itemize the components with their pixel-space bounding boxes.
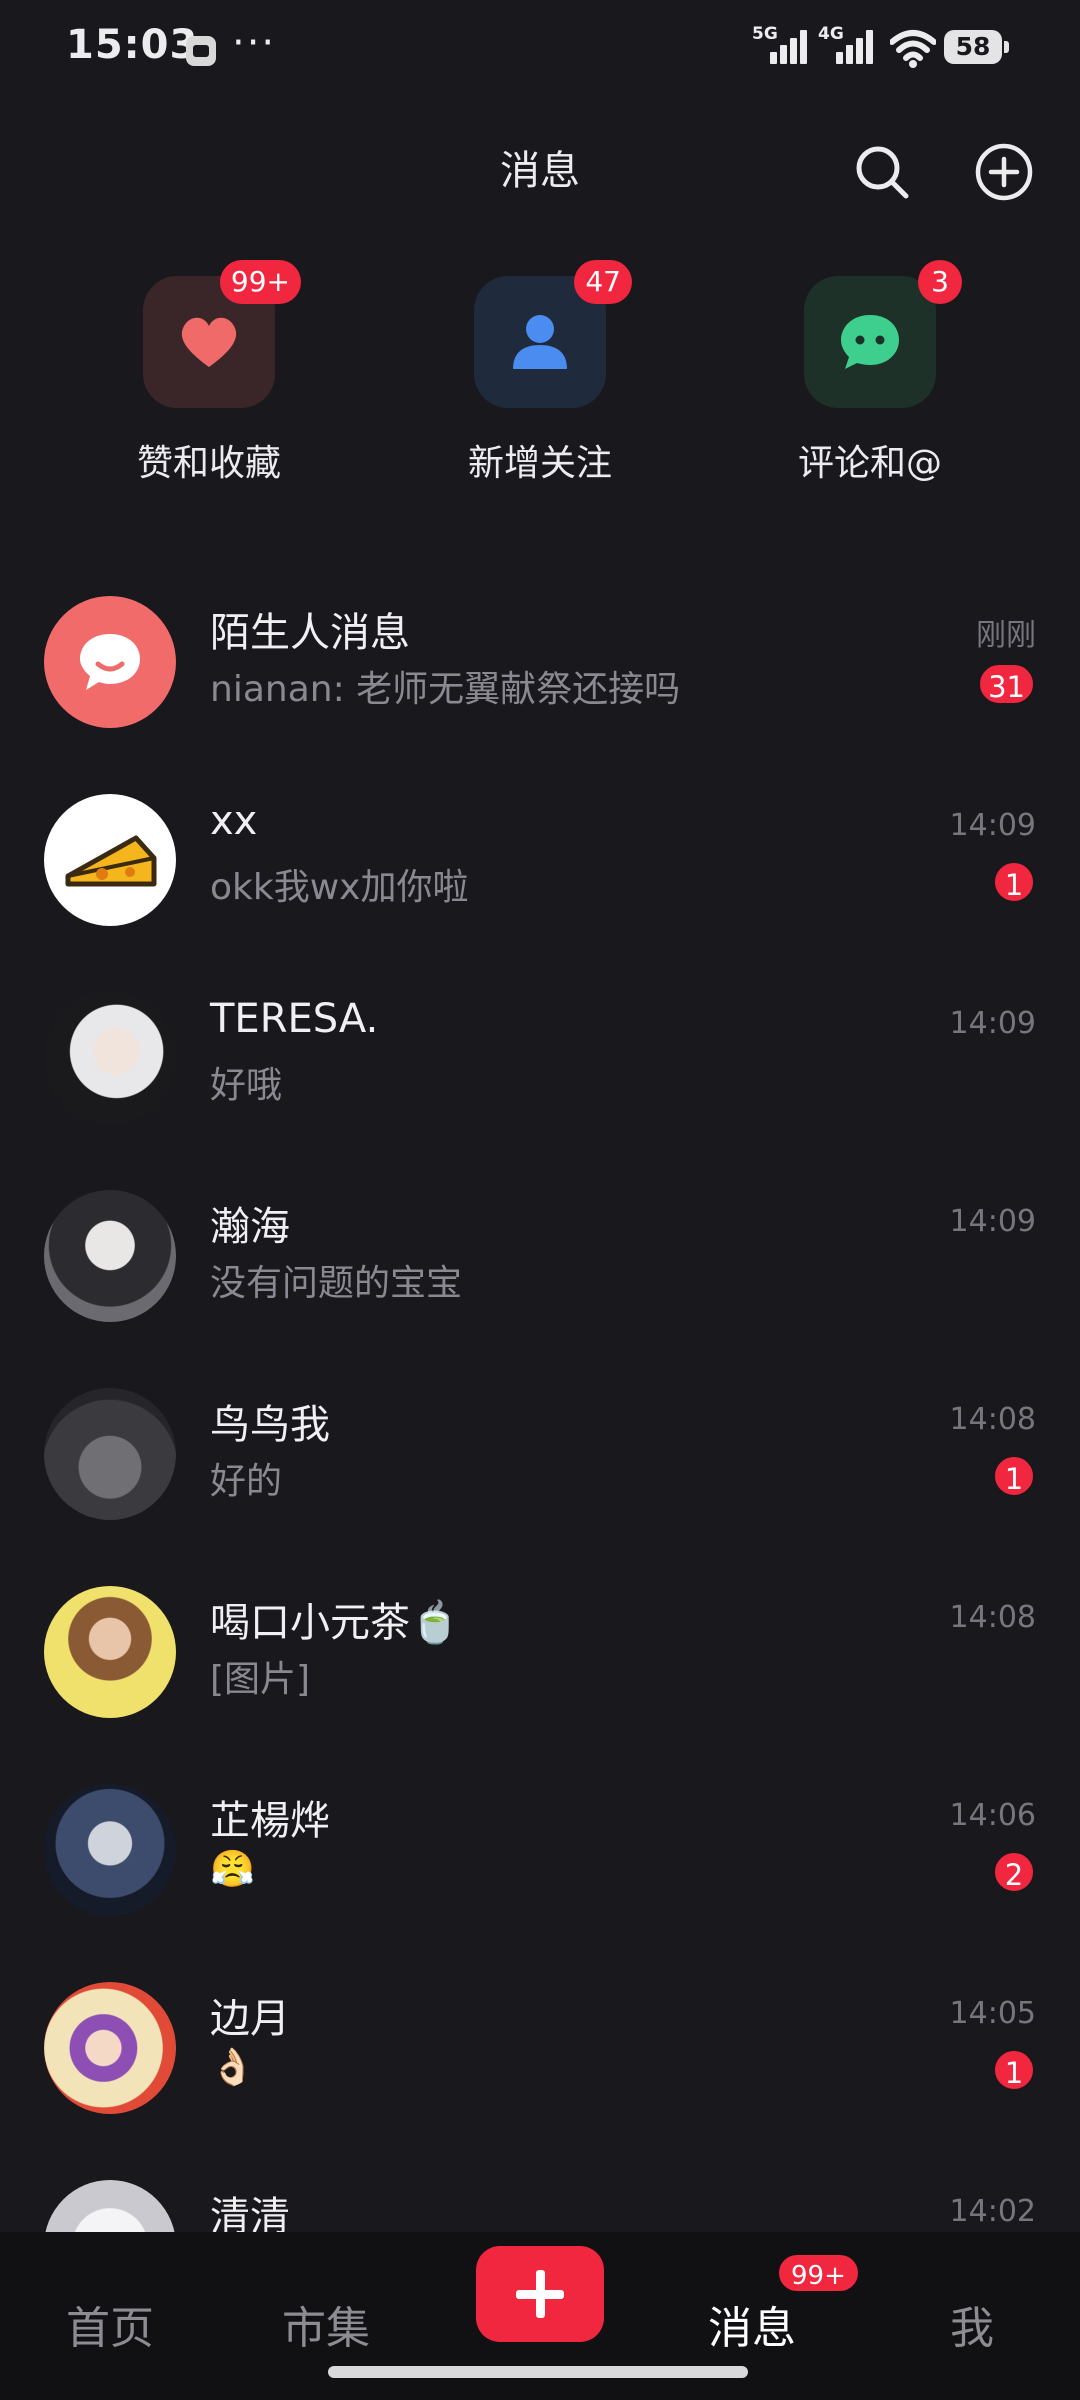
chat-bubble-icon: [841, 315, 899, 369]
conversation-row[interactable]: 喝口小元茶🍵 [图片] 14:08: [0, 1586, 1080, 1784]
conversation-preview: 好的: [210, 1461, 283, 1502]
likes-tile: 99+: [143, 260, 301, 408]
conversation-name: xx: [210, 798, 258, 844]
status-time: 15:03: [66, 22, 199, 68]
comments-badge: 3: [918, 260, 962, 304]
unread-badge: 1: [992, 860, 1036, 904]
followers-tile: 47: [474, 260, 632, 408]
conversation-time: 14:09: [949, 1204, 1036, 1239]
page-title: 消息: [500, 148, 580, 194]
conversation-time: 刚刚: [976, 618, 1036, 653]
chat-bubble-icon: [80, 634, 140, 690]
conversation-time: 14:05: [949, 1996, 1036, 2031]
conversation-name: 瀚海: [210, 1204, 290, 1250]
status-bar: 15:03 ··· 5G 4G 58: [0, 0, 1080, 100]
conversation-time: 14:02: [949, 2194, 1036, 2229]
conversation-row[interactable]: 芷楊烨 😤 14:06 2: [0, 1784, 1080, 1982]
conversation-preview: 👌🏻: [210, 2047, 255, 2088]
conversation-time: 14:09: [949, 1006, 1036, 1041]
avatar: [44, 992, 176, 1124]
plus-circle-icon[interactable]: [974, 142, 1034, 202]
nav-market[interactable]: 市集: [282, 2292, 370, 2356]
comments-label: 评论和@: [797, 443, 942, 484]
conversation-preview: 😤: [210, 1849, 255, 1890]
avatar: [44, 1586, 176, 1718]
unread-badge: 1: [992, 2048, 1036, 2092]
conversation-row[interactable]: xx okk我wx加你啦 14:09 1: [0, 794, 1080, 992]
search-icon[interactable]: [852, 142, 912, 202]
nav-me[interactable]: 我: [950, 2292, 994, 2356]
heart-icon: [181, 317, 237, 367]
followers-badge: 47: [574, 260, 632, 304]
conversation-name: 边月: [210, 1996, 290, 2042]
conversation-preview: 没有问题的宝宝: [210, 1263, 463, 1304]
conversation-name: 陌生人消息: [210, 610, 410, 656]
avatar: [44, 1982, 176, 2114]
person-icon: [513, 315, 567, 369]
conversation-name: TERESA.: [210, 996, 379, 1042]
nav-home[interactable]: 首页: [66, 2292, 154, 2356]
cheese-icon: [65, 835, 157, 887]
conversation-name: 芷楊烨: [210, 1798, 330, 1844]
signal-5g-icon: [770, 30, 814, 64]
followers-label: 新增关注: [467, 443, 612, 484]
messages-screen: 15:03 ··· 5G 4G 58 消息 99+ 赞和收藏 47 新增关注 3…: [0, 0, 1080, 2400]
conversation-preview: nianan: 老师无翼献祭还接吗: [210, 669, 681, 710]
conversation-row[interactable]: 边月 👌🏻 14:05 1: [0, 1982, 1080, 2180]
conversation-row[interactable]: 鸟鸟我 好的 14:08 1: [0, 1388, 1080, 1586]
unread-badge: 31: [977, 662, 1036, 706]
conversation-row[interactable]: 陌生人消息 nianan: 老师无翼献祭还接吗 刚刚 31: [0, 596, 1080, 794]
stranger-messages-avatar: [44, 596, 176, 728]
status-more-dots: ···: [232, 20, 277, 66]
unread-badge: 2: [992, 1850, 1036, 1894]
unread-badge: 1: [992, 1454, 1036, 1498]
conversation-row[interactable]: TERESA. 好哦 14:09: [0, 992, 1080, 1190]
likes-badge: 99+: [219, 260, 301, 304]
likes-label: 赞和收藏: [136, 443, 281, 484]
messages-nav-badge: 99+: [776, 2252, 861, 2294]
avatar: [44, 1190, 176, 1322]
notification-icon: [186, 36, 216, 66]
nav-messages[interactable]: 消息: [708, 2292, 796, 2356]
conversation-preview: [图片]: [210, 1659, 311, 1700]
home-indicator: [328, 2366, 748, 2378]
comments-tile: 3: [804, 260, 962, 408]
likes-and-saves-button[interactable]: 99+ 赞和收藏: [99, 260, 319, 486]
conversation-time: 14:08: [949, 1402, 1036, 1437]
wifi-icon: [890, 30, 936, 68]
avatar: [44, 1784, 176, 1916]
signal-4g-icon: [836, 30, 880, 64]
avatar: [44, 1388, 176, 1520]
avatar: [44, 794, 176, 926]
conversation-time: 14:09: [949, 808, 1036, 843]
create-post-button[interactable]: [476, 2246, 604, 2342]
conversation-time: 14:08: [949, 1600, 1036, 1635]
new-followers-button[interactable]: 47 新增关注: [430, 260, 650, 486]
conversation-name: 喝口小元茶🍵: [210, 1600, 460, 1646]
battery-icon: 58: [944, 30, 1009, 64]
conversation-time: 14:06: [949, 1798, 1036, 1833]
conversation-preview: okk我wx加你啦: [210, 867, 469, 908]
conversation-preview: 好哦: [210, 1065, 283, 1106]
conversation-row[interactable]: 瀚海 没有问题的宝宝 14:09: [0, 1190, 1080, 1388]
conversation-name: 鸟鸟我: [210, 1402, 330, 1448]
comments-mentions-button[interactable]: 3 评论和@: [760, 260, 980, 486]
